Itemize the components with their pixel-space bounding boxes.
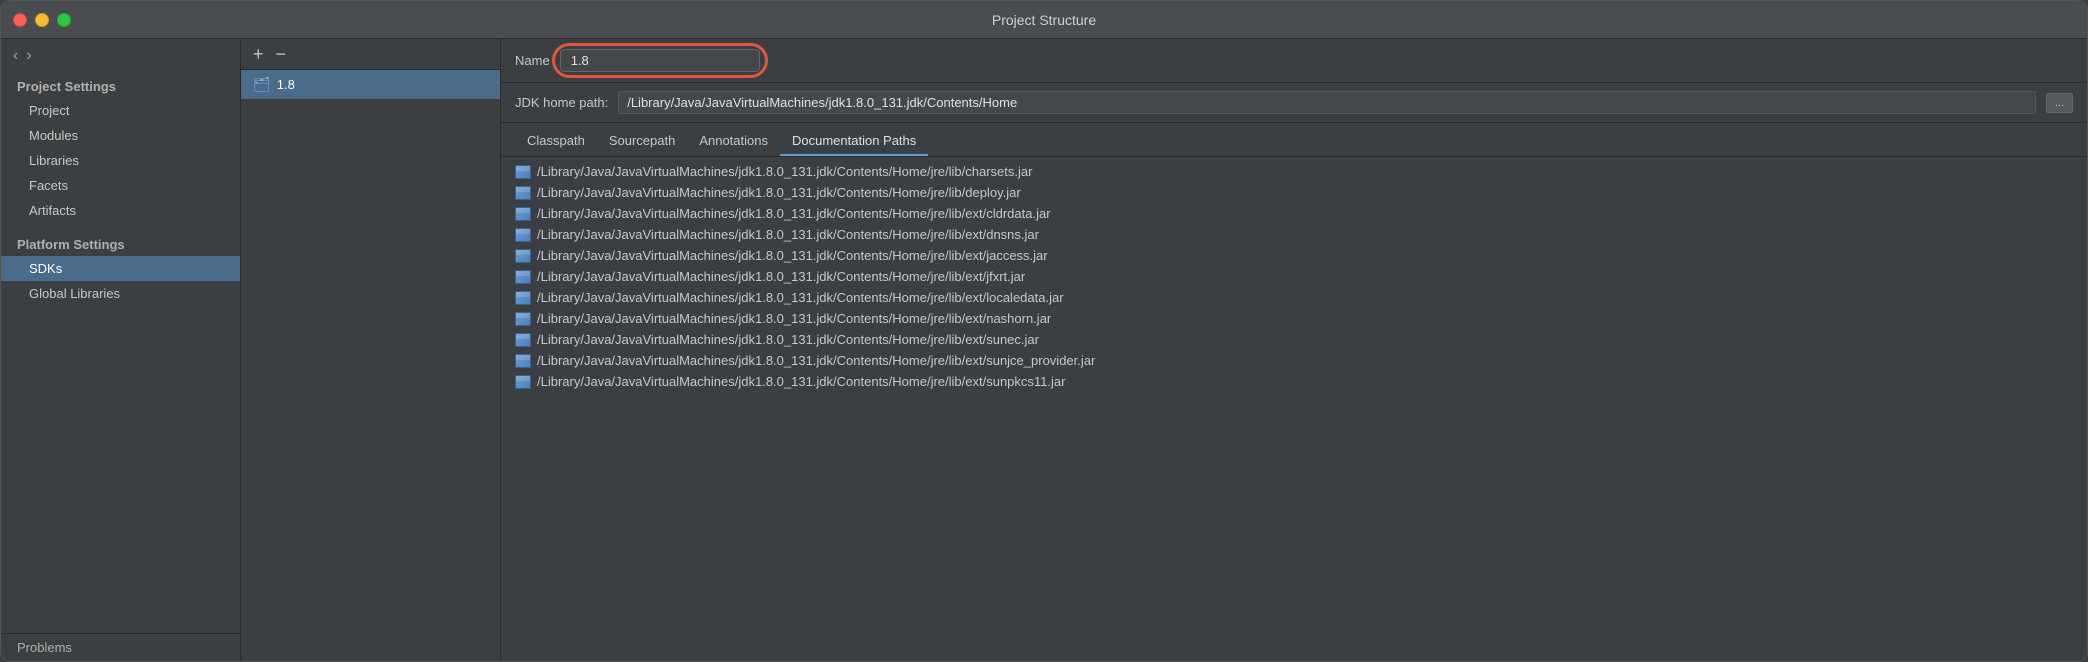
classpath-item-path: /Library/Java/JavaVirtualMachines/jdk1.8… xyxy=(537,332,1039,347)
jdk-path-input[interactable] xyxy=(618,91,2036,114)
jdk-path-browse-button[interactable]: ... xyxy=(2046,93,2073,113)
sidebar-item-global-libraries[interactable]: Global Libraries xyxy=(1,281,240,306)
jar-icon xyxy=(515,375,531,389)
remove-sdk-button[interactable]: − xyxy=(274,45,289,63)
classpath-item-path: /Library/Java/JavaVirtualMachines/jdk1.8… xyxy=(537,290,1064,305)
classpath-item-path: /Library/Java/JavaVirtualMachines/jdk1.8… xyxy=(537,206,1051,221)
classpath-item-path: /Library/Java/JavaVirtualMachines/jdk1.8… xyxy=(537,227,1039,242)
tab-sourcepath[interactable]: Sourcepath xyxy=(597,127,688,156)
classpath-item: /Library/Java/JavaVirtualMachines/jdk1.8… xyxy=(501,224,2087,245)
classpath-item: /Library/Java/JavaVirtualMachines/jdk1.8… xyxy=(501,329,2087,350)
tab-classpath[interactable]: Classpath xyxy=(515,127,597,156)
classpath-item: /Library/Java/JavaVirtualMachines/jdk1.8… xyxy=(501,182,2087,203)
jar-icon xyxy=(515,270,531,284)
sdk-list: 🗂 1.8 xyxy=(241,70,500,661)
project-structure-window: Project Structure ‹ › Project Settings P… xyxy=(0,0,2088,662)
classpath-item-path: /Library/Java/JavaVirtualMachines/jdk1.8… xyxy=(537,164,1032,179)
jar-icon xyxy=(515,333,531,347)
sidebar-divider xyxy=(1,223,240,231)
tabs-row: Classpath Sourcepath Annotations Documen… xyxy=(501,123,2087,157)
jar-icon xyxy=(515,165,531,179)
classpath-item-path: /Library/Java/JavaVirtualMachines/jdk1.8… xyxy=(537,269,1025,284)
detail-panel: Name JDK home path: ... Classpath Source… xyxy=(501,39,2087,661)
sidebar-item-problems[interactable]: Problems xyxy=(1,633,240,661)
classpath-item: /Library/Java/JavaVirtualMachines/jdk1.8… xyxy=(501,371,2087,392)
add-sdk-button[interactable]: + xyxy=(251,45,266,63)
classpath-item: /Library/Java/JavaVirtualMachines/jdk1.8… xyxy=(501,287,2087,308)
classpath-item-path: /Library/Java/JavaVirtualMachines/jdk1.8… xyxy=(537,353,1095,368)
name-row: Name xyxy=(501,39,2087,83)
classpath-item-path: /Library/Java/JavaVirtualMachines/jdk1.8… xyxy=(537,311,1051,326)
classpath-item: /Library/Java/JavaVirtualMachines/jdk1.8… xyxy=(501,245,2087,266)
sidebar-item-sdks[interactable]: SDKs xyxy=(1,256,240,281)
sidebar-item-libraries[interactable]: Libraries xyxy=(1,148,240,173)
jar-icon xyxy=(515,207,531,221)
minimize-button[interactable] xyxy=(35,13,49,27)
classpath-item-path: /Library/Java/JavaVirtualMachines/jdk1.8… xyxy=(537,248,1048,263)
folder-icon: 🗂 xyxy=(253,76,271,93)
classpath-list[interactable]: /Library/Java/JavaVirtualMachines/jdk1.8… xyxy=(501,157,2087,661)
jar-icon xyxy=(515,186,531,200)
jar-icon xyxy=(515,228,531,242)
jdk-path-row: JDK home path: ... xyxy=(501,83,2087,123)
maximize-button[interactable] xyxy=(57,13,71,27)
sdk-list-item[interactable]: 🗂 1.8 xyxy=(241,70,500,99)
classpath-item: /Library/Java/JavaVirtualMachines/jdk1.8… xyxy=(501,308,2087,329)
jdk-path-label: JDK home path: xyxy=(515,95,608,110)
sdk-item-label: 1.8 xyxy=(277,77,295,92)
nav-arrows: ‹ › xyxy=(1,39,240,73)
project-settings-section-label: Project Settings xyxy=(1,73,240,98)
jar-icon xyxy=(515,291,531,305)
forward-arrow[interactable]: › xyxy=(26,47,31,65)
titlebar: Project Structure xyxy=(1,1,2087,39)
window-title: Project Structure xyxy=(992,12,1096,28)
back-arrow[interactable]: ‹ xyxy=(13,47,18,65)
main-content: ‹ › Project Settings Project Modules Lib… xyxy=(1,39,2087,661)
name-label: Name xyxy=(515,53,550,68)
sidebar-item-facets[interactable]: Facets xyxy=(1,173,240,198)
classpath-item: /Library/Java/JavaVirtualMachines/jdk1.8… xyxy=(501,203,2087,224)
jar-icon xyxy=(515,354,531,368)
name-input-wrapper xyxy=(560,49,760,72)
sidebar: ‹ › Project Settings Project Modules Lib… xyxy=(1,39,241,661)
sidebar-item-modules[interactable]: Modules xyxy=(1,123,240,148)
sidebar-item-project[interactable]: Project xyxy=(1,98,240,123)
platform-settings-section-label: Platform Settings xyxy=(1,231,240,256)
jar-icon xyxy=(515,312,531,326)
classpath-item: /Library/Java/JavaVirtualMachines/jdk1.8… xyxy=(501,161,2087,182)
classpath-item: /Library/Java/JavaVirtualMachines/jdk1.8… xyxy=(501,350,2087,371)
sdk-panel: + − 🗂 1.8 xyxy=(241,39,501,661)
close-button[interactable] xyxy=(13,13,27,27)
name-input[interactable] xyxy=(560,49,760,72)
classpath-item-path: /Library/Java/JavaVirtualMachines/jdk1.8… xyxy=(537,185,1021,200)
classpath-item-path: /Library/Java/JavaVirtualMachines/jdk1.8… xyxy=(537,374,1065,389)
sdk-toolbar: + − xyxy=(241,39,500,70)
traffic-lights xyxy=(13,13,71,27)
sidebar-item-artifacts[interactable]: Artifacts xyxy=(1,198,240,223)
jar-icon xyxy=(515,249,531,263)
tab-documentation-paths[interactable]: Documentation Paths xyxy=(780,127,928,156)
tab-annotations[interactable]: Annotations xyxy=(687,127,780,156)
classpath-item: /Library/Java/JavaVirtualMachines/jdk1.8… xyxy=(501,266,2087,287)
